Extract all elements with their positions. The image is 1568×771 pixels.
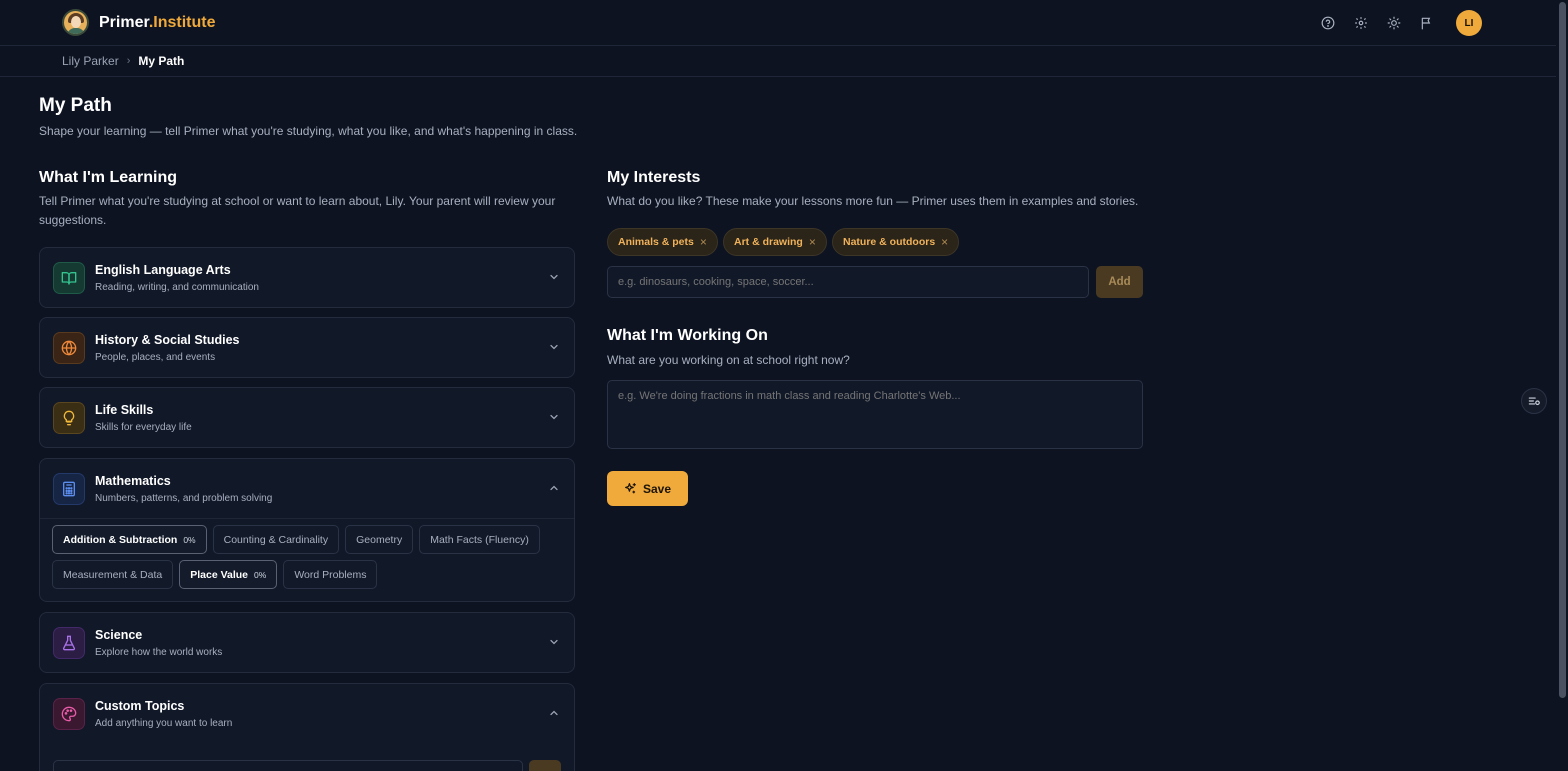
- topic-chip-word-problems[interactable]: Word Problems: [283, 560, 378, 589]
- lightbulb-icon: [53, 402, 85, 434]
- sparkles-icon: [625, 483, 636, 494]
- topic-chip-geometry[interactable]: Geometry: [345, 525, 414, 554]
- subject-card-life-skills[interactable]: Life Skills Skills for everyday life: [39, 387, 575, 448]
- topic-chip-counting[interactable]: Counting & Cardinality: [212, 525, 340, 554]
- breadcrumb-bar: Lily Parker › My Path: [0, 47, 1556, 77]
- interests-description: What do you like? These make your lesson…: [607, 194, 1139, 208]
- remove-tag-icon[interactable]: ×: [941, 235, 948, 249]
- interest-tag: Nature & outdoors ×: [832, 228, 960, 256]
- gear-icon[interactable]: [1351, 13, 1371, 33]
- page-subtitle: Shape your learning — tell Primer what y…: [39, 124, 578, 138]
- interests-title: My Interests: [607, 169, 701, 186]
- sun-icon[interactable]: [1384, 13, 1404, 33]
- custom-topic-add-button[interactable]: [529, 760, 561, 771]
- topic-progress: 0%: [254, 569, 267, 580]
- topic-chip-measurement[interactable]: Measurement & Data: [52, 560, 174, 589]
- interest-input[interactable]: [607, 266, 1089, 298]
- subject-description: Reading, writing, and communication: [95, 282, 259, 293]
- topic-chip-place-value[interactable]: Place Value 0%: [179, 560, 278, 589]
- chevron-up-icon[interactable]: [548, 482, 560, 494]
- subject-name: Mathematics: [95, 474, 171, 488]
- save-button[interactable]: Save: [607, 471, 688, 506]
- logo-text: Primer.Institute: [99, 13, 216, 31]
- flag-icon[interactable]: [1417, 13, 1437, 33]
- subject-description: Add anything you want to learn: [95, 718, 233, 729]
- save-button-label: Save: [642, 481, 672, 496]
- book-open-icon: [53, 262, 85, 294]
- user-avatar[interactable]: LI: [1456, 10, 1482, 36]
- working-on-textarea[interactable]: [607, 380, 1143, 449]
- logo-avatar-icon: [62, 9, 89, 36]
- calculator-icon: [53, 473, 85, 505]
- subject-description: Skills for everyday life: [95, 422, 192, 433]
- add-interest-button[interactable]: Add: [1096, 266, 1143, 298]
- remove-tag-icon[interactable]: ×: [700, 235, 707, 249]
- subject-name: Life Skills: [95, 403, 154, 417]
- remove-tag-icon[interactable]: ×: [809, 235, 816, 249]
- subject-description: People, places, and events: [95, 352, 216, 363]
- interest-tag: Animals & pets ×: [607, 228, 718, 256]
- interest-tag: Art & drawing ×: [723, 228, 827, 256]
- subject-name: Science: [95, 628, 143, 642]
- chevron-right-icon: ›: [126, 55, 131, 67]
- flask-icon: [53, 627, 85, 659]
- topic-chip-math-facts[interactable]: Math Facts (Fluency): [419, 525, 540, 554]
- breadcrumb-user[interactable]: Lily Parker: [62, 54, 119, 68]
- breadcrumb: Lily Parker › My Path: [62, 54, 184, 68]
- subject-description: Numbers, patterns, and problem solving: [95, 493, 273, 504]
- working-on-title: What I'm Working On: [607, 327, 768, 344]
- subject-card-custom-topics[interactable]: Custom Topics Add anything you want to l…: [39, 683, 575, 771]
- header-actions: LI: [1318, 10, 1482, 36]
- learning-title: What I'm Learning: [39, 169, 178, 186]
- list-settings-icon: [1528, 397, 1540, 406]
- subject-card-mathematics[interactable]: Mathematics Numbers, patterns, and probl…: [39, 458, 575, 602]
- subject-card-english[interactable]: English Language Arts Reading, writing, …: [39, 247, 575, 308]
- logo[interactable]: Primer.Institute: [62, 9, 215, 36]
- chevron-up-icon[interactable]: [548, 707, 560, 719]
- chevron-down-icon[interactable]: [548, 636, 560, 648]
- floating-tools-button[interactable]: [1521, 388, 1547, 414]
- chevron-down-icon[interactable]: [548, 341, 560, 353]
- help-circle-icon[interactable]: [1318, 13, 1338, 33]
- breadcrumb-current: My Path: [138, 54, 185, 68]
- topic-list: Addition & Subtraction 0% Counting & Card…: [40, 518, 574, 595]
- topic-progress: 0%: [183, 534, 196, 545]
- subject-name: Custom Topics: [95, 699, 185, 713]
- top-bar: Primer.Institute LI: [0, 0, 1556, 46]
- globe-icon: [53, 332, 85, 364]
- subject-name: English Language Arts: [95, 263, 231, 277]
- subject-card-history[interactable]: History & Social Studies People, places,…: [39, 317, 575, 378]
- topic-chip-addition-subtraction[interactable]: Addition & Subtraction 0%: [52, 525, 207, 554]
- chevron-down-icon[interactable]: [548, 271, 560, 283]
- custom-topic-input[interactable]: [53, 760, 523, 771]
- subject-card-science[interactable]: Science Explore how the world works: [39, 612, 575, 673]
- scrollbar[interactable]: [1556, 0, 1568, 771]
- page-title: My Path: [39, 95, 112, 116]
- chevron-down-icon[interactable]: [548, 411, 560, 423]
- palette-icon: [53, 698, 85, 730]
- working-on-description: What are you working on at school right …: [607, 353, 850, 367]
- scrollbar-thumb[interactable]: [1559, 2, 1566, 698]
- subject-name: History & Social Studies: [95, 333, 240, 347]
- subject-description: Explore how the world works: [95, 647, 223, 658]
- learning-description: Tell Primer what you're studying at scho…: [39, 194, 556, 227]
